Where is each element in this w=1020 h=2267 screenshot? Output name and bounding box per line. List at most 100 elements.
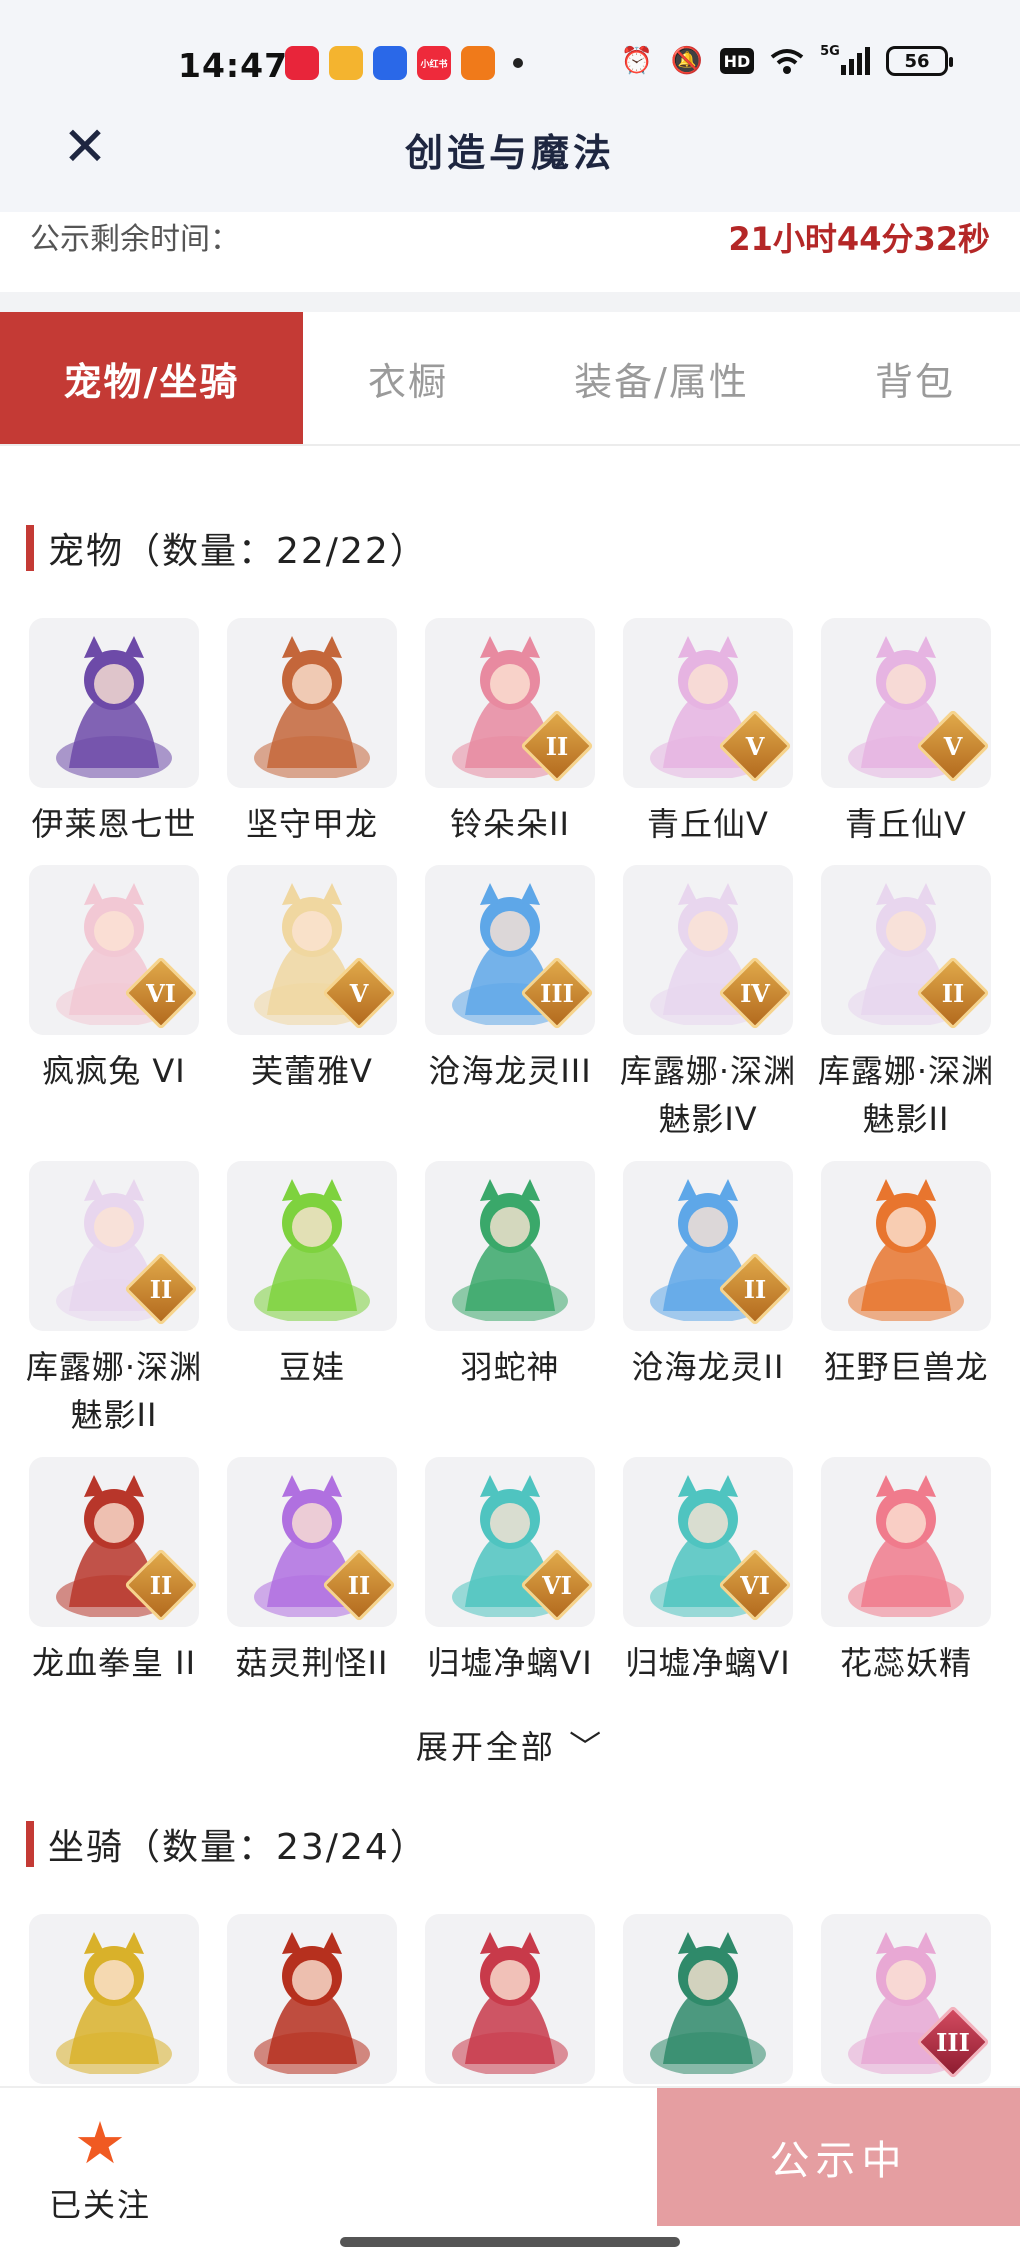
publicity-timer-row: 公示剩余时间： 21小时44分32秒 xyxy=(0,212,1020,292)
signal-5g-label: 5G xyxy=(820,44,840,59)
pet-card[interactable]: II 龙血拳皇 II xyxy=(20,1457,208,1704)
pet-name: 龙血拳皇 II xyxy=(31,1644,197,1682)
pet-card[interactable]: III 沧海龙灵III xyxy=(416,865,604,1161)
pet-name: 库露娜·深渊魅影IV xyxy=(619,1052,797,1138)
pet-card[interactable]: II 库露娜·深渊魅影II xyxy=(20,1161,208,1457)
pet-name: 花蕊妖精 xyxy=(839,1644,972,1682)
mount-card[interactable] xyxy=(614,1914,802,2084)
section-divider xyxy=(0,292,1020,312)
follow-button[interactable]: ★ 已关注 xyxy=(40,2112,160,2226)
pet-name: 青丘仙V xyxy=(647,805,769,843)
pet-thumbnail xyxy=(821,1457,991,1627)
pet-name: 沧海龙灵III xyxy=(428,1052,592,1090)
pet-thumbnail: II xyxy=(623,1161,793,1331)
character-art xyxy=(831,1467,981,1619)
pet-name: 豆娃 xyxy=(278,1348,345,1386)
hd-icon: HD xyxy=(720,48,754,74)
rank-badge-label: V xyxy=(349,978,369,1008)
tab-backpack[interactable]: 背包 xyxy=(810,312,1020,444)
battery-level: 56 xyxy=(904,50,930,72)
mount-card[interactable] xyxy=(218,1914,406,2084)
pet-card[interactable]: V 青丘仙V xyxy=(812,618,1000,865)
character-art xyxy=(39,628,189,780)
publicity-status-button[interactable]: 公示中 xyxy=(657,2088,1020,2226)
rank-badge-label: II xyxy=(545,731,569,761)
pet-name: 菇灵荆怪II xyxy=(235,1644,389,1682)
pet-card[interactable]: 花蕊妖精 xyxy=(812,1457,1000,1704)
pet-card[interactable]: V 青丘仙V xyxy=(614,618,802,865)
pet-thumbnail: V xyxy=(623,618,793,788)
mount-card[interactable] xyxy=(20,1914,208,2084)
pet-card[interactable]: VI 归墟净螭VI xyxy=(416,1457,604,1704)
tab-wardrobe[interactable]: 衣橱 xyxy=(303,312,513,444)
mount-thumbnail xyxy=(623,1914,793,2084)
character-art xyxy=(237,1171,387,1323)
pet-card[interactable]: II 菇灵荆怪II xyxy=(218,1457,406,1704)
pet-card[interactable]: V 芙蕾雅V xyxy=(218,865,406,1161)
tab-pets-mounts[interactable]: 宠物/坐骑 xyxy=(0,312,303,444)
pet-card[interactable]: 坚守甲龙 xyxy=(218,618,406,865)
pet-thumbnail xyxy=(227,1161,397,1331)
pet-thumbnail: II xyxy=(425,618,595,788)
alarm-icon: ⏰ xyxy=(620,46,654,76)
pet-card[interactable]: II 铃朵朵II xyxy=(416,618,604,865)
pet-thumbnail: II xyxy=(821,865,991,1035)
pet-name: 坚守甲龙 xyxy=(245,805,378,843)
rank-badge-label: II xyxy=(347,1570,371,1600)
home-indicator[interactable] xyxy=(340,2237,680,2247)
follow-label: 已关注 xyxy=(48,2186,151,2224)
rank-badge-label: IV xyxy=(740,978,770,1008)
more-notifications-dot xyxy=(513,58,523,68)
app-media-icon xyxy=(329,46,363,80)
battery-icon: 56 xyxy=(886,46,953,76)
pet-thumbnail: VI xyxy=(425,1457,595,1627)
pet-thumbnail: V xyxy=(821,618,991,788)
pet-name: 青丘仙V xyxy=(845,805,967,843)
pet-name: 沧海龙灵II xyxy=(631,1348,785,1386)
character-art xyxy=(831,1171,981,1323)
mount-card[interactable]: III xyxy=(812,1914,1000,2084)
rank-badge-label: II xyxy=(941,978,965,1008)
pet-card[interactable]: II 库露娜·深渊魅影II xyxy=(812,865,1000,1161)
page-title: 创造与魔法 xyxy=(404,131,615,175)
pet-thumbnail xyxy=(425,1161,595,1331)
category-tabs: 宠物/坐骑 衣橱 装备/属性 背包 xyxy=(0,312,1020,446)
pet-name: 归墟净螭VI xyxy=(625,1644,791,1682)
mount-card[interactable] xyxy=(416,1914,604,2084)
rank-badge-label: VI xyxy=(146,978,176,1008)
rank-badge-label: VI xyxy=(542,1570,572,1600)
timer-value: 21小时44分32秒 xyxy=(728,220,990,258)
app-header: ✕ 创造与魔法 xyxy=(0,100,1020,220)
pet-card[interactable]: 伊莱恩七世 xyxy=(20,618,208,865)
mount-thumbnail xyxy=(227,1914,397,2084)
character-art xyxy=(633,1924,783,2076)
character-art xyxy=(237,1924,387,2076)
pet-card[interactable]: VI 疯疯兔 VI xyxy=(20,865,208,1161)
pet-card[interactable]: II 沧海龙灵II xyxy=(614,1161,802,1457)
pet-name: 库露娜·深渊魅影II xyxy=(25,1348,203,1434)
star-icon: ★ xyxy=(74,2109,126,2177)
timer-label: 公示剩余时间： xyxy=(30,222,240,257)
pet-card[interactable]: IV 库露娜·深渊魅影IV xyxy=(614,865,802,1161)
pet-card[interactable]: 羽蛇神 xyxy=(416,1161,604,1457)
expand-all-button[interactable]: 展开全部 ﹀ xyxy=(0,1722,1020,1768)
pet-card[interactable]: 豆娃 xyxy=(218,1161,406,1457)
rank-badge-label: II xyxy=(743,1274,767,1304)
pet-thumbnail: IV xyxy=(623,865,793,1035)
tab-equipment-attributes[interactable]: 装备/属性 xyxy=(513,312,810,444)
section-accent-bar xyxy=(26,1821,34,1867)
mute-icon: 🔕 xyxy=(670,46,704,76)
status-time: 14:47 xyxy=(178,46,289,85)
rank-badge-label: II xyxy=(149,1570,173,1600)
character-art xyxy=(237,628,387,780)
mount-thumbnail: III xyxy=(821,1914,991,2084)
pet-card[interactable]: 狂野巨兽龙 xyxy=(812,1161,1000,1457)
wifi-icon xyxy=(770,44,804,78)
app-circle-icon xyxy=(373,46,407,80)
pets-grid: 伊莱恩七世 坚守甲龙 II 铃朵朵II V 青丘仙V V 青丘仙V VI 疯疯兔 VI V 芙蕾雅V I… xyxy=(20,618,1000,1704)
rank-badge-label: V xyxy=(745,731,765,761)
pet-thumbnail xyxy=(821,1161,991,1331)
pet-name: 归墟净螭VI xyxy=(427,1644,593,1682)
pet-card[interactable]: VI 归墟净螭VI xyxy=(614,1457,802,1704)
app-person-icon xyxy=(461,46,495,80)
